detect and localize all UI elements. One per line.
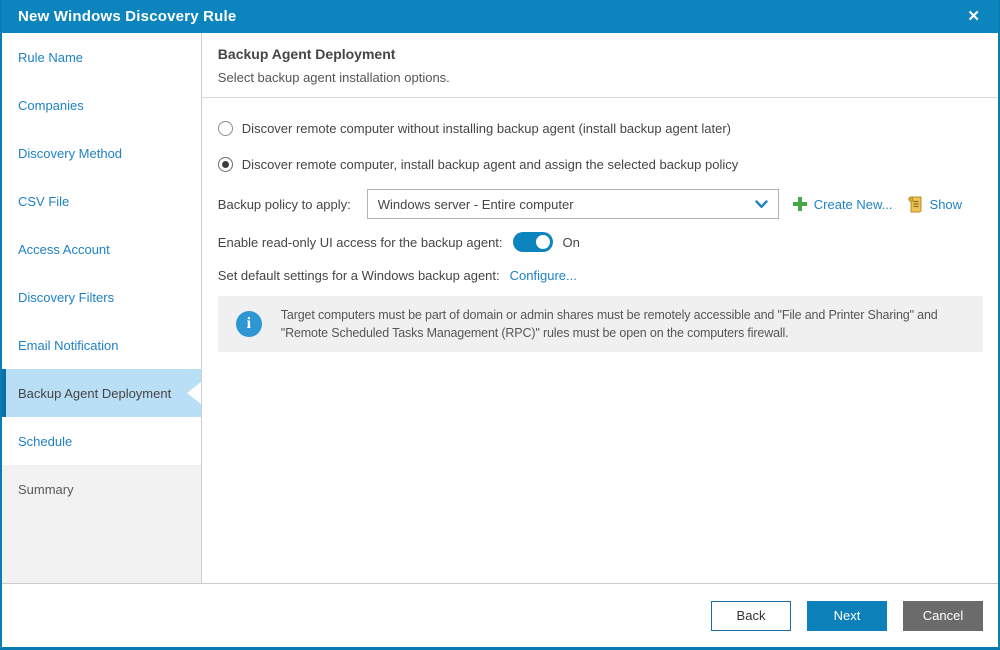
radio-button-unselected[interactable] [217, 121, 233, 136]
radio-button-selected[interactable] [217, 157, 233, 172]
backup-policy-row: Backup policy to apply: Windows server -… [218, 189, 983, 219]
toggle-state-label: On [562, 234, 580, 250]
create-new-policy-link[interactable]: Create New... [792, 196, 893, 212]
step-body: Discover remote computer without install… [202, 98, 998, 353]
radio-option-discover-only[interactable]: Discover remote computer without install… [217, 121, 983, 136]
radio-label: Discover remote computer, install backup… [241, 157, 739, 172]
configure-link[interactable]: Configure... [510, 268, 577, 283]
sidebar-item-companies[interactable]: Companies [2, 81, 201, 129]
sidebar-item-csv-file[interactable]: CSV File [2, 177, 201, 225]
sidebar-item-summary[interactable]: Summary [2, 465, 201, 513]
step-content-panel: Backup Agent Deployment Select backup ag… [201, 33, 998, 583]
backup-policy-select[interactable]: Windows server - Entire computer [366, 189, 779, 219]
info-banner: i Target computers must be part of domai… [217, 296, 983, 353]
dialog-titlebar: New Windows Discovery Rule ✕ [2, 0, 998, 33]
sidebar-item-label: Discovery Filters [18, 289, 115, 305]
readonly-ui-access-row: Enable read-only UI access for the backu… [218, 232, 983, 252]
sidebar-upcoming-section: Summary [2, 465, 201, 583]
next-button[interactable]: Next [807, 600, 887, 631]
sidebar-item-label: Schedule [18, 433, 73, 449]
dialog-footer: Back Next Cancel [2, 583, 998, 647]
sidebar-item-schedule[interactable]: Schedule [2, 417, 201, 465]
info-text: Target computers must be part of domain … [280, 308, 938, 341]
sidebar-item-label: Access Account [18, 241, 110, 257]
show-label: Show [929, 196, 963, 212]
step-header: Backup Agent Deployment Select backup ag… [201, 33, 998, 98]
page-subtitle: Select backup agent installation options… [217, 70, 450, 85]
sidebar-item-rule-name[interactable]: Rule Name [2, 33, 201, 81]
back-button[interactable]: Back [711, 600, 791, 631]
create-new-label: Create New... [813, 196, 893, 212]
sidebar-item-discovery-method[interactable]: Discovery Method [2, 129, 201, 177]
sidebar-item-label: Discovery Method [18, 145, 123, 161]
dialog-body: Rule Name Companies Discovery Method CSV… [2, 33, 998, 583]
page-title: Backup Agent Deployment [217, 46, 396, 62]
dialog-title: New Windows Discovery Rule [18, 8, 237, 25]
backup-policy-label: Backup policy to apply: [217, 196, 351, 212]
dialog-window: New Windows Discovery Rule ✕ Rule Name C… [0, 0, 1000, 650]
wizard-steps-sidebar: Rule Name Companies Discovery Method CSV… [2, 33, 202, 583]
sidebar-item-label: CSV File [18, 193, 70, 209]
backup-policy-selected-value: Windows server - Entire computer [377, 196, 574, 212]
sidebar-item-label: Rule Name [18, 49, 84, 65]
sidebar-item-access-account[interactable]: Access Account [2, 225, 201, 273]
scroll-icon [907, 195, 923, 213]
readonly-ui-access-toggle[interactable] [512, 232, 553, 252]
close-icon[interactable]: ✕ [963, 7, 984, 26]
cancel-button[interactable]: Cancel [903, 600, 983, 631]
chevron-down-icon [755, 199, 768, 209]
sidebar-item-email-notification[interactable]: Email Notification [2, 321, 201, 369]
radio-option-install-agent[interactable]: Discover remote computer, install backup… [217, 157, 983, 172]
sidebar-item-label: Backup Agent Deployment [18, 385, 172, 401]
radio-label: Discover remote computer without install… [241, 121, 731, 136]
default-settings-row: Set default settings for a Windows backu… [218, 268, 983, 283]
sidebar-item-label: Summary [18, 481, 74, 497]
show-policy-link[interactable]: Show [907, 195, 963, 213]
toggle-knob [535, 235, 550, 249]
default-settings-label: Set default settings for a Windows backu… [217, 268, 500, 283]
readonly-ui-access-label: Enable read-only UI access for the backu… [217, 234, 503, 250]
sidebar-item-backup-agent-deployment[interactable]: Backup Agent Deployment [2, 369, 201, 417]
sidebar-item-label: Email Notification [18, 337, 119, 353]
sidebar-item-label: Companies [18, 97, 84, 113]
plus-icon [792, 197, 807, 211]
info-icon: i [235, 311, 262, 338]
sidebar-item-discovery-filters[interactable]: Discovery Filters [2, 273, 201, 321]
